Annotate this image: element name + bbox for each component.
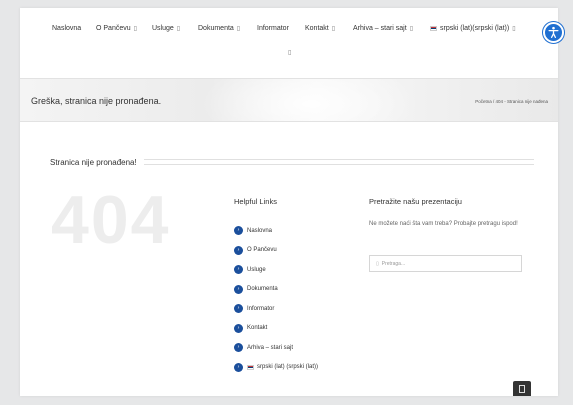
error-code: 404 bbox=[51, 182, 171, 258]
main-navigation: Naslovna O Pančevu ▯ Usluge ▯ Dokumenta ▯ I… bbox=[20, 8, 564, 70]
nav-item-label: srpski (lat)(srpski (lat)) bbox=[440, 25, 510, 32]
dropdown-caret-icon: ▯ bbox=[331, 26, 336, 32]
nav-item-usluge[interactable]: Usluge ▯ bbox=[152, 25, 180, 32]
serbian-flag-icon bbox=[430, 25, 437, 31]
page-title: Greška, stranica nije pronađena. bbox=[31, 96, 162, 106]
nav-item-label: O Pančevu bbox=[96, 25, 131, 32]
nav-item-language[interactable]: srpski (lat)(srpski (lat)) ▯ bbox=[430, 25, 516, 32]
helpful-link-o-pancevu[interactable]: › O Pančevu bbox=[234, 241, 318, 261]
back-to-top-icon bbox=[519, 384, 525, 393]
accessibility-icon bbox=[548, 26, 559, 39]
nav-item-arhiva[interactable]: Arhiva – stari sajt ▯ bbox=[353, 25, 413, 32]
page-title-bar: Greška, stranica nije pronađena. Početna… bbox=[20, 78, 558, 122]
nav-item-label: Arhiva – stari sajt bbox=[353, 25, 407, 32]
helpful-link-informator[interactable]: › Informator bbox=[234, 299, 318, 319]
arrow-right-icon: › bbox=[234, 323, 243, 333]
nav-item-label: Dokumenta bbox=[198, 25, 234, 32]
page-frame: Naslovna O Pančevu ▯ Usluge ▯ Dokumenta ▯ I… bbox=[20, 8, 564, 396]
dropdown-caret-icon: ▯ bbox=[409, 26, 413, 32]
arrow-right-icon: › bbox=[234, 343, 243, 353]
helpful-link-naslovna[interactable]: › Naslovna bbox=[234, 221, 318, 241]
dropdown-caret-icon: ▯ bbox=[512, 26, 516, 32]
arrow-right-icon: › bbox=[234, 265, 243, 275]
heading-divider bbox=[144, 159, 534, 165]
helpful-link-dokumenta[interactable]: › Dokumenta bbox=[234, 280, 318, 300]
arrow-right-icon: › bbox=[234, 304, 243, 314]
nav-item-dokumenta[interactable]: Dokumenta ▯ bbox=[198, 25, 240, 32]
search-hint-text: Ne možete naći šta vam treba? Probajte p… bbox=[369, 221, 518, 227]
helpful-link-language[interactable]: › srpski (lat) (srpski (lat)) bbox=[234, 358, 318, 378]
link-label: Arhiva – stari sajt bbox=[247, 344, 294, 351]
arrow-right-icon: › bbox=[234, 284, 243, 294]
arrow-right-icon: › bbox=[234, 362, 243, 372]
helpful-links-title: Helpful Links bbox=[234, 197, 277, 206]
section-heading: Stranica nije pronađena! bbox=[50, 158, 137, 167]
dropdown-caret-icon: ▯ bbox=[176, 26, 181, 32]
helpful-link-usluge[interactable]: › Usluge bbox=[234, 260, 318, 280]
arrow-right-icon: › bbox=[234, 245, 243, 255]
serbian-flag-icon bbox=[247, 364, 254, 370]
nav-item-label: Naslovna bbox=[52, 25, 82, 32]
search-placeholder: Pretraga... bbox=[381, 260, 406, 267]
search-title: Pretražite našu prezentaciju bbox=[369, 197, 462, 206]
arrow-right-icon: › bbox=[234, 226, 243, 236]
dropdown-caret-icon[interactable]: ▯ bbox=[288, 49, 291, 56]
link-label: Kontakt bbox=[247, 325, 268, 332]
link-label: O Pančevu bbox=[247, 247, 277, 254]
nav-item-o-pancevu[interactable]: O Pančevu ▯ bbox=[96, 25, 137, 32]
link-label: Dokumenta bbox=[247, 286, 278, 293]
link-label: srpski (lat) (srpski (lat)) bbox=[257, 364, 318, 371]
dropdown-caret-icon: ▯ bbox=[236, 26, 241, 32]
link-label: Informator bbox=[247, 305, 275, 312]
nav-item-naslovna[interactable]: Naslovna bbox=[52, 25, 81, 32]
nav-item-kontakt[interactable]: Kontakt ▯ bbox=[305, 25, 335, 32]
accessibility-button[interactable] bbox=[543, 22, 564, 43]
title-bar-decoration bbox=[200, 79, 420, 121]
link-label: Usluge bbox=[247, 266, 266, 273]
helpful-links-list: › Naslovna › O Pančevu › Usluge › Dokumenta … bbox=[234, 221, 318, 377]
nav-item-informator[interactable]: Informator bbox=[257, 25, 289, 32]
nav-item-label: Informator bbox=[257, 25, 289, 32]
breadcrumb[interactable]: Početna / 404 - Stranica nije nađena bbox=[475, 99, 548, 104]
nav-item-label: Kontakt bbox=[305, 25, 329, 32]
helpful-link-kontakt[interactable]: › Kontakt bbox=[234, 319, 318, 339]
dropdown-caret-icon: ▯ bbox=[133, 26, 137, 32]
search-icon: ▯ bbox=[376, 260, 379, 267]
helpful-link-arhiva[interactable]: › Arhiva – stari sajt bbox=[234, 338, 318, 358]
back-to-top-button[interactable] bbox=[513, 381, 531, 396]
nav-item-label: Usluge bbox=[152, 25, 174, 32]
search-input[interactable]: ▯ Pretraga... bbox=[369, 255, 522, 272]
link-label: Naslovna bbox=[247, 227, 273, 234]
